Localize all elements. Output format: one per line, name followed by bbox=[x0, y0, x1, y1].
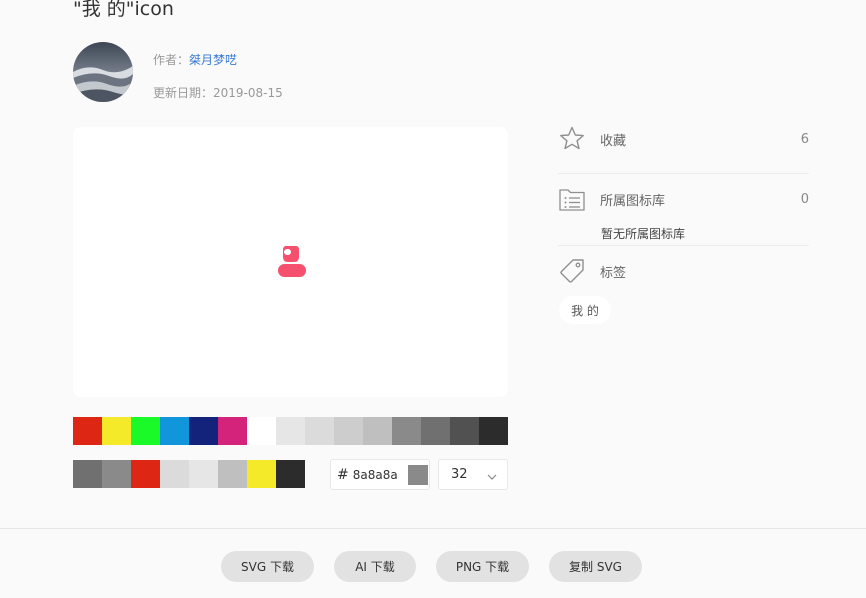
color-swatch[interactable] bbox=[247, 417, 276, 445]
author-line: 作者：桀月梦呓 bbox=[153, 51, 237, 68]
color-swatch[interactable] bbox=[131, 460, 160, 488]
color-swatch[interactable] bbox=[102, 417, 131, 445]
color-swatch[interactable] bbox=[421, 417, 450, 445]
color-swatch[interactable] bbox=[160, 460, 189, 488]
copy-svg-button[interactable]: 复制 SVG bbox=[549, 551, 642, 582]
page-title: "我 的"icon bbox=[73, 0, 174, 20]
color-swatch[interactable] bbox=[363, 417, 392, 445]
divider bbox=[558, 245, 809, 246]
tags-label: 标签 bbox=[600, 265, 627, 281]
favorite-row[interactable]: 收藏 6 bbox=[558, 124, 809, 154]
author-avatar[interactable] bbox=[73, 42, 133, 102]
icon-size-value: 32 bbox=[451, 467, 468, 482]
png-download-button[interactable]: PNG 下载 bbox=[436, 551, 529, 582]
color-swatch[interactable] bbox=[392, 417, 421, 445]
color-swatch[interactable] bbox=[218, 417, 247, 445]
color-swatch[interactable] bbox=[160, 417, 189, 445]
icon-preview-panel bbox=[73, 127, 508, 397]
color-swatch[interactable] bbox=[276, 417, 305, 445]
library-label: 所属图标库 bbox=[600, 193, 666, 209]
hex-color-input[interactable]: # 8a8a8a bbox=[330, 459, 430, 490]
update-date-value: 2019-08-15 bbox=[213, 86, 283, 100]
favorite-label: 收藏 bbox=[600, 133, 627, 149]
hex-color-value[interactable]: 8a8a8a bbox=[353, 468, 405, 482]
ai-download-button[interactable]: AI 下载 bbox=[334, 551, 416, 582]
current-color-chip[interactable] bbox=[407, 464, 428, 485]
star-icon[interactable] bbox=[558, 125, 586, 153]
color-swatch[interactable] bbox=[276, 460, 305, 488]
color-swatch[interactable] bbox=[334, 417, 363, 445]
color-swatch[interactable] bbox=[450, 417, 479, 445]
update-date-line: 更新日期：2019-08-15 bbox=[153, 84, 283, 101]
color-swatch[interactable] bbox=[189, 417, 218, 445]
color-swatch[interactable] bbox=[218, 460, 247, 488]
author-name-link[interactable]: 桀月梦呓 bbox=[189, 53, 237, 67]
color-swatch[interactable] bbox=[73, 460, 102, 488]
footer-divider bbox=[0, 528, 866, 529]
hash-symbol: # bbox=[337, 466, 349, 483]
color-swatch[interactable] bbox=[73, 417, 102, 445]
folder-list-icon bbox=[558, 185, 586, 213]
author-label: 作者： bbox=[153, 53, 190, 67]
library-empty-note: 暂无所属图标库 bbox=[601, 227, 686, 241]
color-swatch[interactable] bbox=[131, 417, 160, 445]
color-swatch[interactable] bbox=[102, 460, 131, 488]
color-palette-primary bbox=[73, 417, 508, 445]
update-date-label: 更新日期： bbox=[153, 86, 214, 100]
color-swatch[interactable] bbox=[479, 417, 508, 445]
divider bbox=[558, 173, 809, 174]
svg-download-button[interactable]: SVG 下载 bbox=[221, 551, 314, 582]
user-icon bbox=[276, 244, 306, 282]
favorite-count: 6 bbox=[800, 131, 809, 147]
color-swatch[interactable] bbox=[247, 460, 276, 488]
icon-size-select[interactable]: 32 bbox=[438, 459, 508, 490]
tag-pill[interactable]: 我 的 bbox=[559, 296, 611, 324]
chevron-down-icon bbox=[487, 465, 497, 484]
library-count: 0 bbox=[800, 191, 809, 207]
tag-icon bbox=[558, 257, 586, 285]
color-swatch[interactable] bbox=[189, 460, 218, 488]
color-palette-recent bbox=[73, 460, 305, 488]
tags-row: 标签 bbox=[558, 256, 809, 286]
library-row: 所属图标库 0 bbox=[558, 184, 809, 214]
color-swatch[interactable] bbox=[305, 417, 334, 445]
